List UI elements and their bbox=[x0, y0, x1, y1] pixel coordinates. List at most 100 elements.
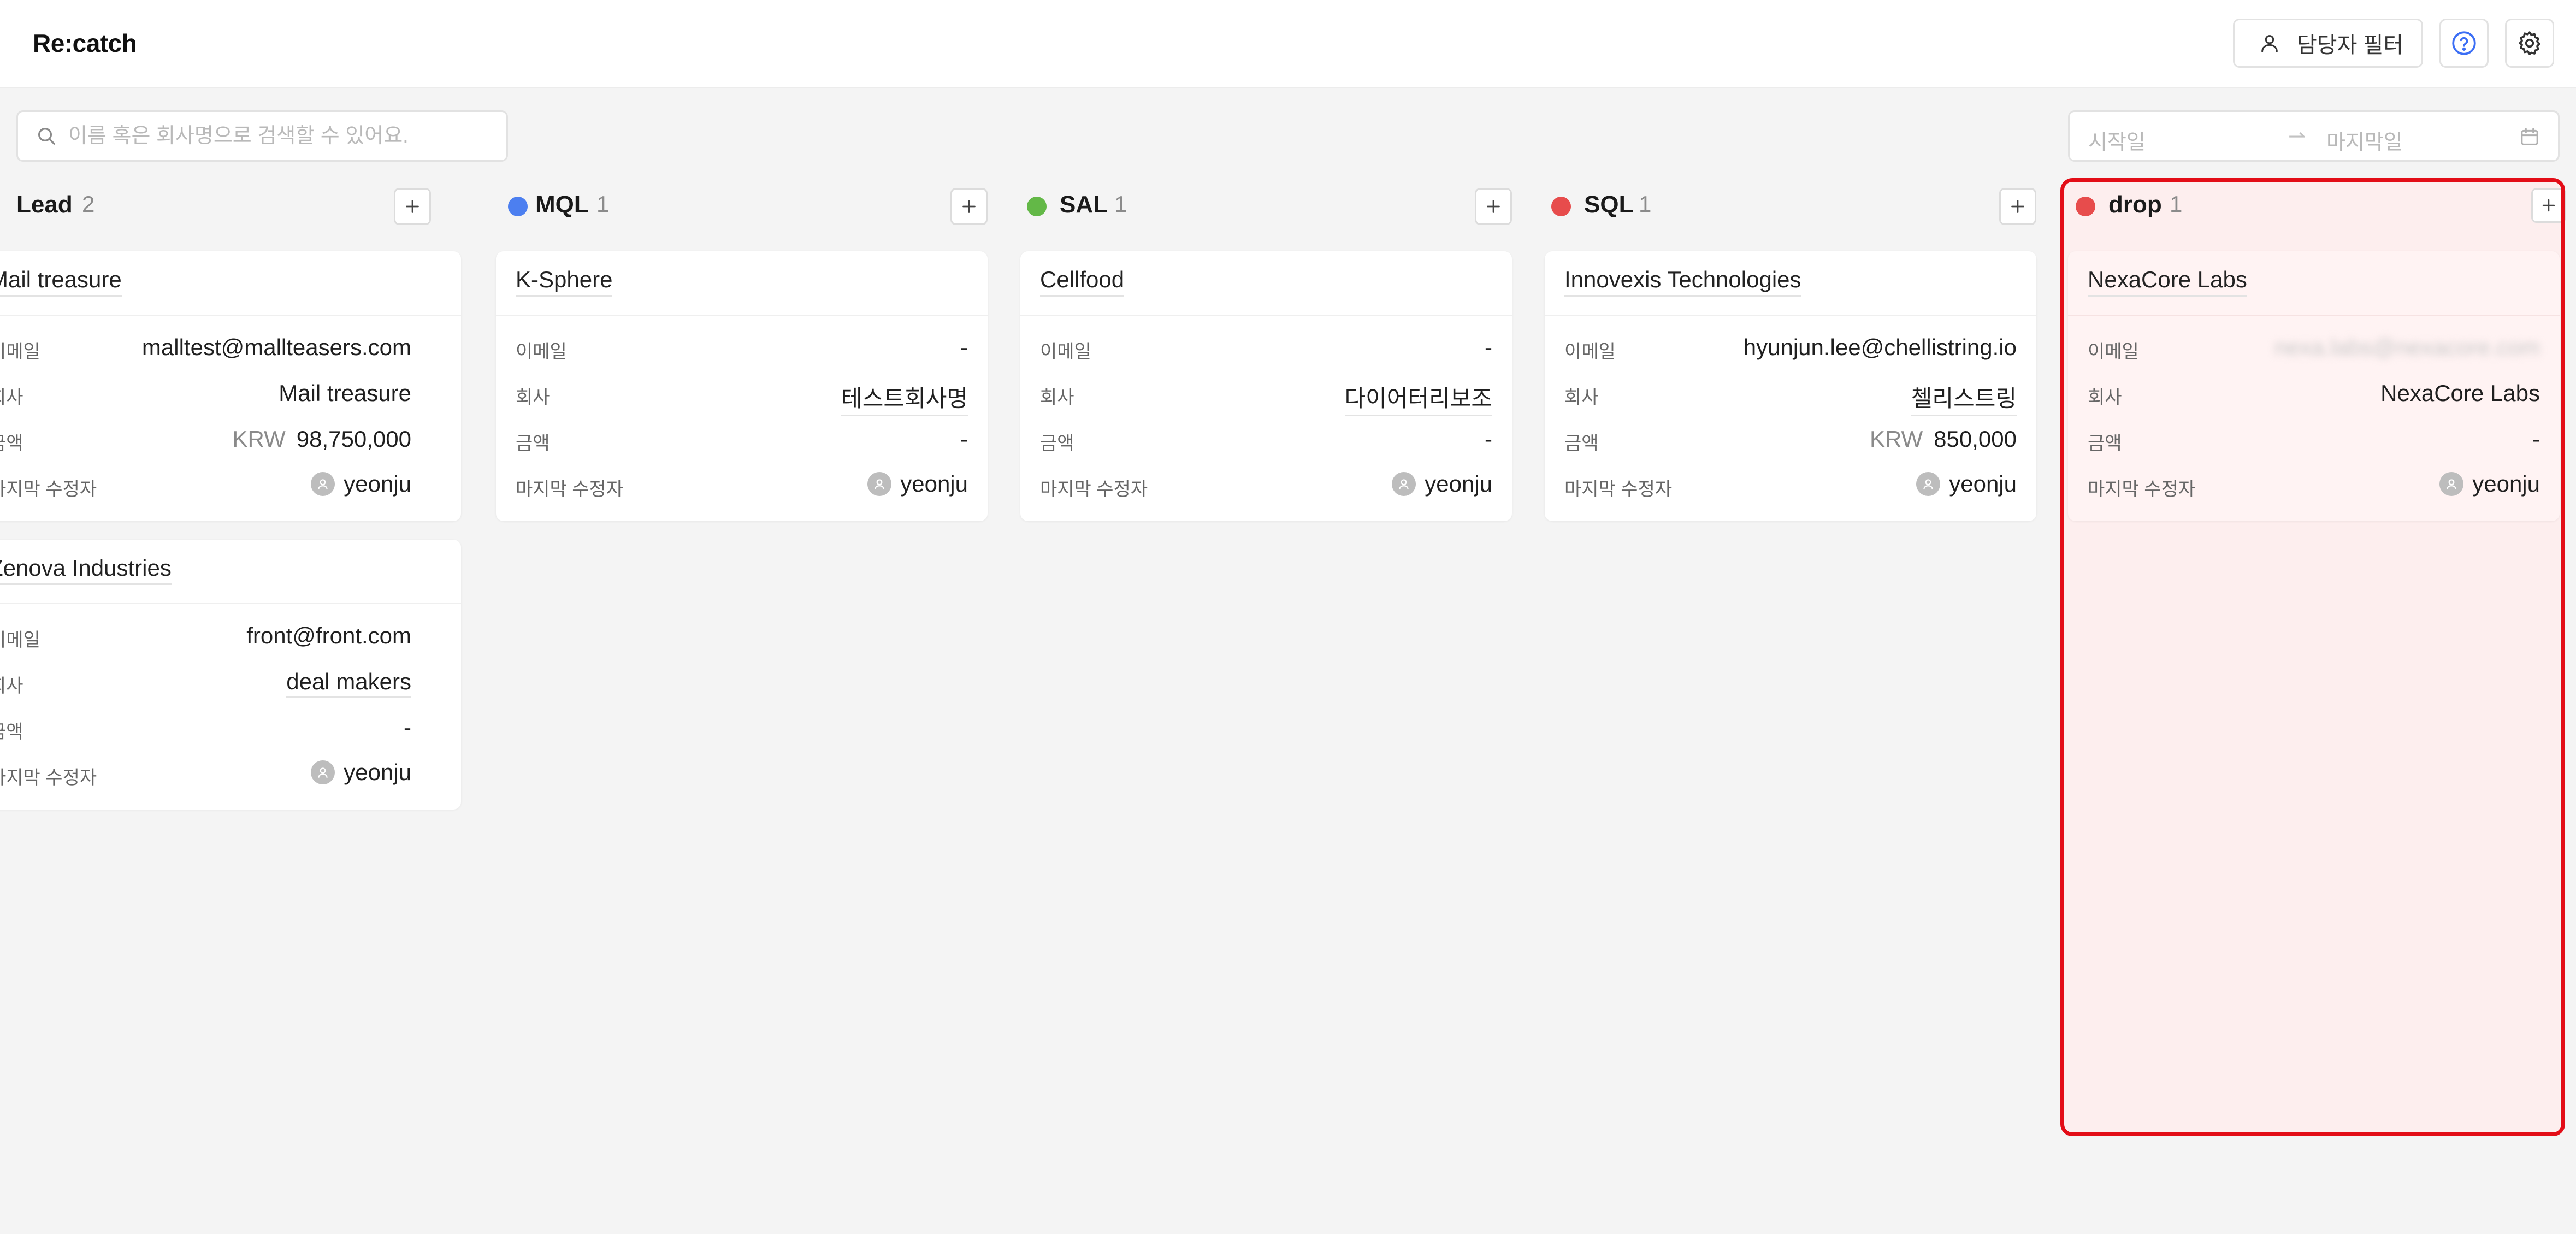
top-bar: Re:catch 담당자 필터 bbox=[0, 0, 2576, 88]
email-label: 이메일 bbox=[0, 341, 40, 362]
amount-value: KRW 98,750,000 bbox=[233, 426, 411, 452]
last-editor: yeonju bbox=[1916, 471, 2017, 497]
email-label: 이메일 bbox=[516, 341, 567, 362]
company-row: 회사 NexaCore Labs bbox=[2088, 377, 2540, 410]
amount-row: 금액 - bbox=[0, 711, 441, 744]
email-label: 이메일 bbox=[1040, 341, 1091, 362]
deal-card[interactable]: NexaCore Labs 이메일 nexa.labs@nexacore.com… bbox=[2068, 251, 2560, 521]
email-row: 이메일 - bbox=[1040, 331, 1492, 364]
column-header: Lead 2 bbox=[0, 180, 461, 233]
card-title[interactable]: Zenova Industries bbox=[0, 555, 172, 585]
column-count: 2 bbox=[82, 191, 95, 217]
email-label: 이메일 bbox=[2088, 341, 2139, 362]
card-divider bbox=[1545, 315, 2036, 316]
company-row: 회사 첼리스트링 bbox=[1564, 377, 2017, 416]
amount-currency: KRW bbox=[1869, 426, 1923, 452]
card-divider bbox=[2068, 315, 2560, 316]
last-editor: yeonju bbox=[311, 759, 411, 786]
card-title[interactable]: NexaCore Labs bbox=[2088, 267, 2247, 297]
deal-card[interactable]: Mail treasure 이메일 malltest@mallteasers.c… bbox=[0, 251, 461, 521]
column-header: SAL 1 bbox=[1020, 180, 1512, 233]
editor-row: 마지막 수정자 yeonju bbox=[2088, 469, 2540, 501]
card-divider bbox=[0, 315, 461, 316]
status-dot bbox=[508, 197, 528, 216]
email-row: 이메일 - bbox=[516, 331, 968, 364]
gear-icon bbox=[2519, 31, 2540, 55]
amount-label: 금액 bbox=[0, 722, 23, 742]
company-label: 회사 bbox=[2088, 387, 2122, 408]
owner-filter-label: 담당자 필터 bbox=[2297, 33, 2404, 57]
editor-name: yeonju bbox=[1949, 471, 2017, 497]
end-date-field[interactable]: 마지막일 bbox=[2326, 125, 2403, 155]
avatar-icon bbox=[2439, 472, 2464, 496]
card-title[interactable]: Cellfood bbox=[1040, 267, 1125, 297]
editor-name: yeonju bbox=[344, 471, 411, 497]
editor-name: yeonju bbox=[344, 759, 411, 785]
search-box[interactable] bbox=[16, 110, 508, 162]
amount-number: 850,000 bbox=[1934, 426, 2017, 452]
last-editor: yeonju bbox=[2439, 471, 2540, 497]
company-value[interactable]: Mail treasure bbox=[279, 380, 411, 406]
amount-label: 금액 bbox=[1040, 433, 1074, 454]
card-divider bbox=[0, 603, 461, 604]
search-icon bbox=[38, 128, 55, 145]
company-value[interactable]: 첼리스트링 bbox=[1911, 380, 2017, 416]
settings-button[interactable] bbox=[2505, 19, 2554, 68]
search-input[interactable] bbox=[67, 123, 485, 149]
add-card-button[interactable] bbox=[1475, 188, 1512, 225]
company-label: 회사 bbox=[516, 387, 550, 408]
add-card-button[interactable] bbox=[950, 188, 988, 225]
column-title: MQL bbox=[535, 191, 589, 218]
company-value[interactable]: deal makers bbox=[286, 669, 411, 698]
column-count: 1 bbox=[1639, 191, 1652, 217]
amount-row: 금액 - bbox=[2088, 423, 2540, 456]
amount-label: 금액 bbox=[516, 433, 550, 454]
column-count: 1 bbox=[596, 191, 610, 217]
card-title[interactable]: K-Sphere bbox=[516, 267, 613, 297]
plus-icon bbox=[962, 200, 976, 213]
amount-label: 금액 bbox=[0, 433, 23, 454]
plus-icon bbox=[2542, 199, 2555, 212]
last-editor-label: 마지막 수정자 bbox=[0, 767, 97, 788]
card-title[interactable]: Innovexis Technologies bbox=[1564, 267, 1801, 297]
column-count: 1 bbox=[2170, 191, 2183, 217]
amount-value: - bbox=[1485, 426, 1492, 452]
company-value[interactable]: NexaCore Labs bbox=[2380, 380, 2540, 406]
editor-row: 마지막 수정자 yeonju bbox=[1040, 469, 1492, 501]
column-header: drop 1 bbox=[2068, 180, 2566, 233]
amount-value: - bbox=[404, 715, 411, 740]
owner-filter-button[interactable]: 담당자 필터 bbox=[2233, 19, 2423, 68]
company-value[interactable]: 다이어터리보조 bbox=[1344, 380, 1492, 416]
calendar-icon[interactable] bbox=[2519, 126, 2540, 148]
amount-label: 금액 bbox=[2088, 433, 2122, 454]
amount-row: 금액 KRW 850,000 bbox=[1564, 423, 2017, 456]
add-card-button[interactable] bbox=[394, 188, 431, 225]
add-card-button[interactable] bbox=[2531, 188, 2566, 223]
deal-card[interactable]: Cellfood 이메일 - 회사 다이어터리보조 금액 - 마지막 수정자 y… bbox=[1020, 251, 1512, 521]
deal-card[interactable]: Innovexis Technologies 이메일 hyunjun.lee@c… bbox=[1545, 251, 2036, 521]
company-row: 회사 Mail treasure bbox=[0, 377, 441, 410]
column-title: SQL bbox=[1584, 191, 1634, 218]
last-editor-label: 마지막 수정자 bbox=[2088, 479, 2196, 500]
amount-number: 98,750,000 bbox=[296, 426, 411, 452]
editor-row: 마지막 수정자 yeonju bbox=[516, 469, 968, 501]
email-row: 이메일 hyunjun.lee@chellistring.io bbox=[1564, 331, 2017, 364]
date-range-picker[interactable]: 시작일 ⇀ 마지막일 bbox=[2068, 110, 2560, 162]
card-title[interactable]: Mail treasure bbox=[0, 267, 122, 297]
deal-card[interactable]: K-Sphere 이메일 - 회사 테스트회사명 금액 - 마지막 수정자 ye… bbox=[496, 251, 988, 521]
add-card-button[interactable] bbox=[1999, 188, 2036, 225]
start-date-field[interactable]: 시작일 bbox=[2088, 125, 2146, 155]
status-dot bbox=[1027, 197, 1047, 216]
app-logo[interactable]: Re:catch bbox=[33, 28, 137, 58]
last-editor-label: 마지막 수정자 bbox=[0, 479, 97, 500]
company-value[interactable]: 테스트회사명 bbox=[841, 380, 968, 416]
help-button[interactable] bbox=[2439, 19, 2489, 68]
plus-icon bbox=[2011, 200, 2024, 213]
plus-icon bbox=[1487, 200, 1500, 213]
company-row: 회사 deal makers bbox=[0, 665, 441, 698]
email-row: 이메일 nexa.labs@nexacore.com bbox=[2088, 331, 2540, 364]
card-divider bbox=[496, 315, 988, 316]
deal-card[interactable]: Zenova Industries 이메일 front@front.com 회사… bbox=[0, 540, 461, 810]
company-row: 회사 테스트회사명 bbox=[516, 377, 968, 416]
email-value: malltest@mallteasers.com bbox=[141, 334, 411, 360]
